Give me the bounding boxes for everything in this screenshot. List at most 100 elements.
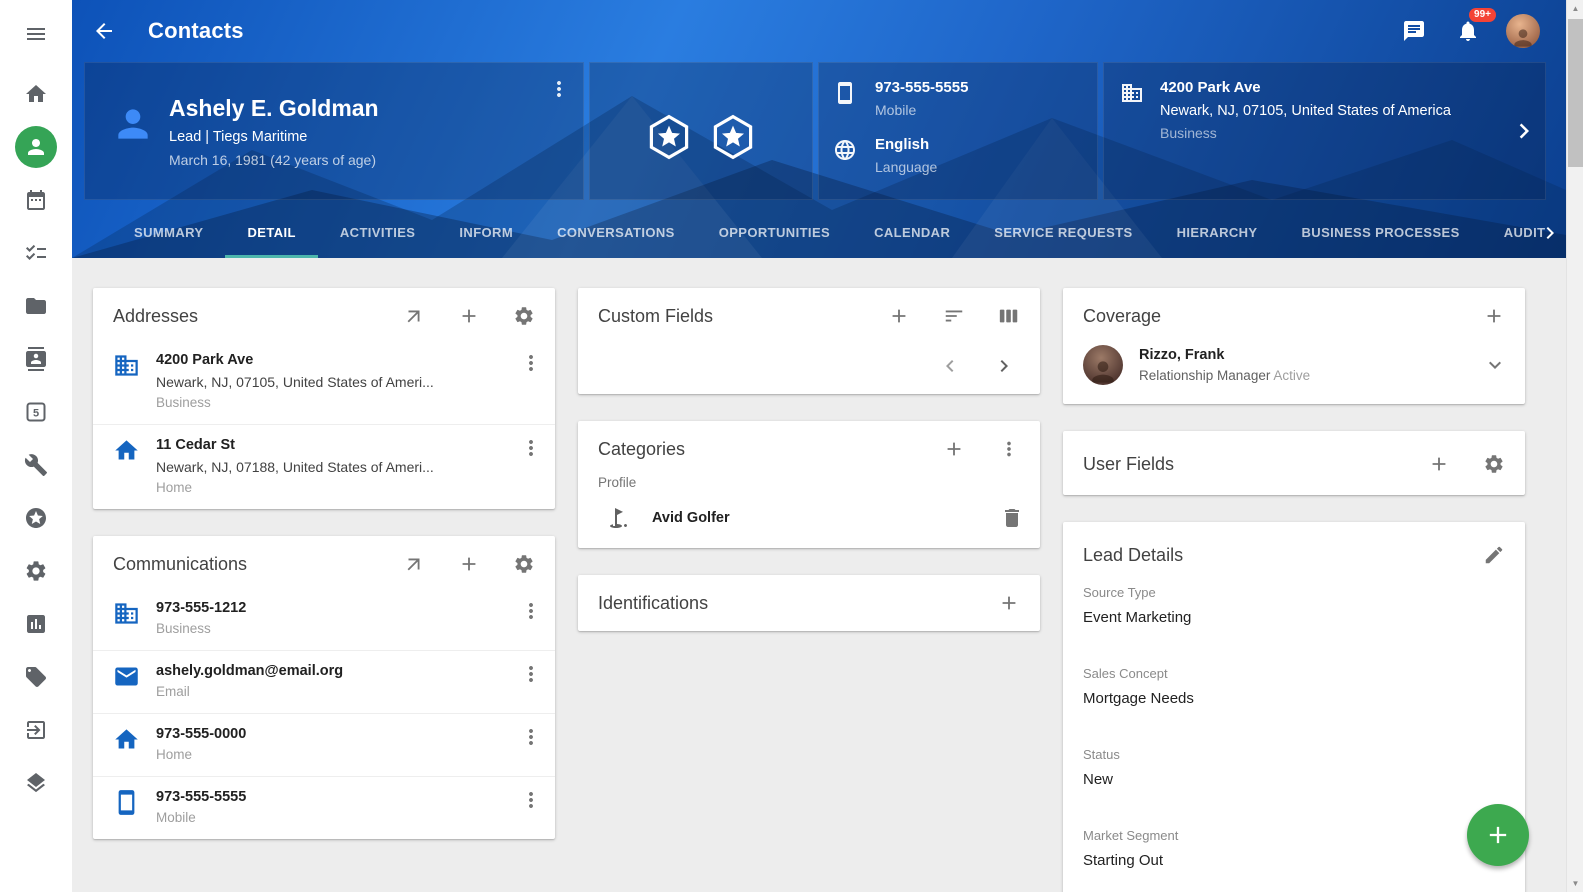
scroll-down-button[interactable]: ▼: [1567, 875, 1583, 892]
sidebar-item-favorites[interactable]: [14, 498, 58, 538]
row-menu-button[interactable]: [517, 660, 545, 688]
sidebar-item-number-5[interactable]: [14, 392, 58, 432]
trash-icon: [1000, 506, 1024, 530]
address-line1: 4200 Park Ave: [156, 349, 517, 371]
categories-add-button[interactable]: [943, 438, 965, 460]
home-icon: [113, 437, 140, 464]
tab-calendar[interactable]: CALENDAR: [852, 207, 972, 258]
custom-fields-add-button[interactable]: [888, 305, 910, 327]
tab-service-requests[interactable]: SERVICE REQUESTS: [972, 207, 1154, 258]
sidebar-item-exit[interactable]: [14, 710, 58, 750]
sidebar-item-calendar[interactable]: [14, 180, 58, 220]
smartphone-icon: [113, 789, 140, 816]
sidebar-item-contact-cards[interactable]: [14, 339, 58, 379]
page-next-button[interactable]: [992, 354, 1016, 378]
tab-conversations[interactable]: CONVERSATIONS: [535, 207, 697, 258]
communication-row[interactable]: 973-555-0000 Home: [93, 713, 555, 776]
page-previous-button[interactable]: [938, 354, 962, 378]
column-3: Coverage Rizzo, Frank Relationship Manag…: [1063, 288, 1525, 892]
coverage-expand-button[interactable]: [1481, 351, 1509, 379]
hexagon-star-badge-2[interactable]: [709, 75, 757, 199]
tab-hierarchy[interactable]: HIERARCHY: [1155, 207, 1280, 258]
tab-opportunities[interactable]: OPPORTUNITIES: [697, 207, 852, 258]
user-fields-card: User Fields: [1063, 431, 1525, 495]
addresses-add-button[interactable]: [458, 305, 480, 327]
communications-settings-button[interactable]: [513, 553, 535, 575]
building-icon: [113, 352, 140, 379]
identifications-add-button[interactable]: [998, 592, 1020, 614]
custom-fields-columns-button[interactable]: [998, 305, 1020, 327]
tabs-scroll-right-button[interactable]: [1538, 207, 1562, 258]
address-row[interactable]: 11 Cedar St Newark, NJ, 07188, United St…: [93, 424, 555, 509]
primary-language[interactable]: English Language: [833, 136, 1083, 175]
addresses-settings-button[interactable]: [513, 305, 535, 327]
row-menu-button[interactable]: [517, 786, 545, 814]
primary-phone[interactable]: 973-555-5555 Mobile: [833, 79, 1083, 118]
custom-fields-sort-button[interactable]: [943, 305, 965, 327]
row-menu-button[interactable]: [517, 349, 545, 377]
chevron-left-icon: [938, 354, 962, 378]
tab-inform[interactable]: INFORM: [437, 207, 535, 258]
coverage-row[interactable]: Rizzo, Frank Relationship Manager Active: [1063, 340, 1525, 404]
sidebar-item-tools[interactable]: [14, 445, 58, 485]
identifications-card: Identifications: [578, 575, 1040, 631]
card-title: Custom Fields: [598, 306, 888, 327]
lead-field: Market Segment Starting Out: [1083, 828, 1505, 869]
calendar-icon: [24, 188, 48, 212]
communication-row[interactable]: 973-555-1212 Business: [93, 588, 555, 650]
user-avatar[interactable]: [1506, 14, 1540, 48]
sidebar-item-tasks[interactable]: [14, 233, 58, 273]
categories-menu-button[interactable]: [998, 438, 1020, 460]
card-title: Lead Details: [1083, 545, 1483, 566]
row-menu-button[interactable]: [517, 597, 545, 625]
user-fields-settings-button[interactable]: [1483, 453, 1505, 475]
category-delete-button[interactable]: [998, 504, 1026, 532]
address-row[interactable]: 4200 Park Ave Newark, NJ, 07105, United …: [93, 340, 555, 424]
sidebar-item-tags[interactable]: [14, 657, 58, 697]
sidebar-item-contacts[interactable]: [14, 127, 58, 167]
page-scrollbar[interactable]: ▲ ▼: [1566, 0, 1583, 892]
scroll-up-button[interactable]: ▲: [1567, 0, 1583, 17]
hexagon-star-badge-1[interactable]: [645, 75, 693, 199]
communications-open-button[interactable]: [403, 553, 425, 575]
category-row[interactable]: Avid Golfer: [578, 498, 1040, 548]
row-menu-button[interactable]: [517, 434, 545, 462]
tab-summary[interactable]: SUMMARY: [112, 207, 225, 258]
sidebar-item-settings[interactable]: [14, 551, 58, 591]
coverage-add-button[interactable]: [1483, 305, 1505, 327]
chat-button[interactable]: [1398, 15, 1430, 47]
row-menu-button[interactable]: [517, 723, 545, 751]
notification-badge: 99+: [1469, 8, 1496, 22]
address-line2: Newark, NJ, 07188, United States of Amer…: [156, 456, 517, 478]
lead-details-edit-button[interactable]: [1483, 544, 1505, 566]
communication-row[interactable]: ashely.goldman@email.org Email: [93, 650, 555, 713]
communications-add-button[interactable]: [458, 553, 480, 575]
smartphone-icon: [833, 79, 857, 118]
scrollbar-thumb[interactable]: [1568, 19, 1583, 167]
coverage-role: Relationship Manager: [1139, 368, 1270, 383]
tab-business-processes[interactable]: BUSINESS PROCESSES: [1280, 207, 1482, 258]
back-button[interactable]: [88, 15, 120, 47]
communications-card: Communications 973-555-1212 Business: [93, 536, 555, 839]
tab-detail[interactable]: DETAIL: [225, 207, 317, 258]
field-label: Status: [1083, 747, 1505, 762]
communication-row[interactable]: 973-555-5555 Mobile: [93, 776, 555, 839]
header-next-button[interactable]: [1505, 112, 1543, 150]
card-title: User Fields: [1083, 454, 1428, 475]
addresses-open-button[interactable]: [403, 305, 425, 327]
menu-button[interactable]: [14, 14, 58, 54]
sidebar-item-layers[interactable]: [14, 763, 58, 803]
badges-panel: [589, 62, 813, 200]
notifications-button[interactable]: 99+: [1452, 15, 1484, 47]
fab-add-button[interactable]: [1467, 804, 1529, 866]
field-value: Mortgage Needs: [1083, 690, 1505, 707]
lead-field: Sales Concept Mortgage Needs: [1083, 666, 1505, 707]
sidebar-item-reports[interactable]: [14, 604, 58, 644]
sidebar-item-home[interactable]: [14, 74, 58, 114]
hexagon-star-icon: [645, 113, 693, 161]
sidebar-item-files[interactable]: [14, 286, 58, 326]
profile-menu-button[interactable]: [543, 73, 575, 105]
user-fields-add-button[interactable]: [1428, 453, 1450, 475]
tab-activities[interactable]: ACTIVITIES: [318, 207, 438, 258]
category-group-label: Profile: [578, 473, 1040, 498]
